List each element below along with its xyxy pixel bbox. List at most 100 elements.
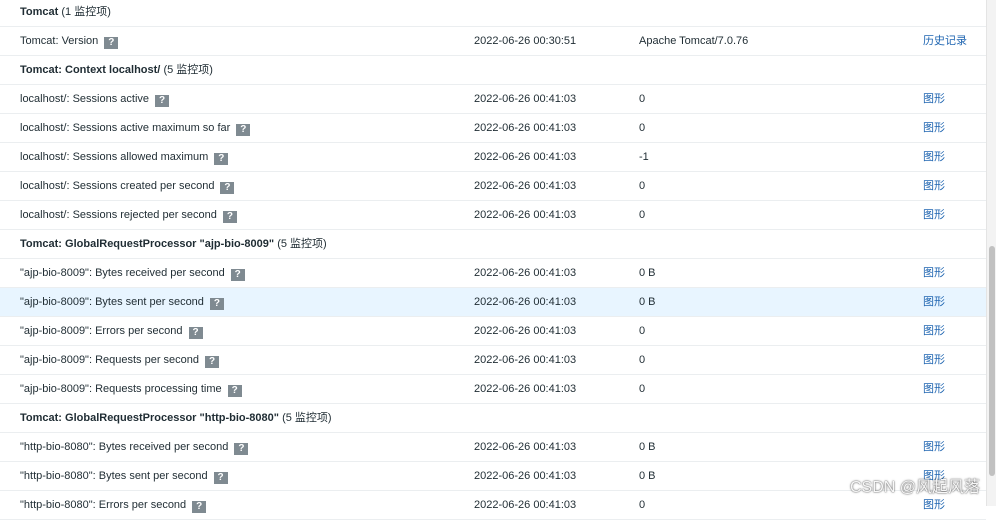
graph-link[interactable]: 图形	[923, 114, 945, 142]
scrollbar-thumb[interactable]	[989, 246, 995, 476]
last-check-time: 2022-06-26 00:41:03	[474, 499, 577, 511]
item-name: localhost/: Sessions active	[20, 93, 150, 105]
last-value: 0	[639, 354, 646, 366]
last-check-time: 2022-06-26 00:41:03	[474, 296, 577, 308]
history-link[interactable]: 历史记录	[923, 27, 967, 55]
last-check-time: 2022-06-26 00:30:51	[474, 35, 577, 47]
table-row: localhost/: Sessions created per second?…	[0, 172, 986, 201]
item-name: "http-bio-8080": Bytes sent per second	[20, 470, 208, 482]
help-icon[interactable]: ?	[205, 356, 220, 368]
last-check-time: 2022-06-26 00:41:03	[474, 470, 577, 482]
item-name: localhost/: Sessions allowed maximum	[20, 151, 209, 163]
help-icon[interactable]: ?	[227, 385, 242, 397]
group-header-row[interactable]: Tomcat: Context localhost/ (5 监控项)	[0, 56, 986, 85]
help-icon[interactable]: ?	[214, 153, 229, 165]
last-value: 0 B	[639, 470, 656, 482]
item-name-cell: "ajp-bio-8009": Bytes sent per second?	[20, 288, 224, 316]
table-row: localhost/: Sessions allowed maximum? 202…	[0, 143, 986, 172]
last-value: -1	[639, 151, 649, 163]
help-icon[interactable]: ?	[155, 95, 170, 107]
help-icon[interactable]: ?	[220, 182, 235, 194]
item-name: "http-bio-8080": Errors per second	[20, 499, 187, 511]
last-check-time: 2022-06-26 00:41:03	[474, 441, 577, 453]
graph-link[interactable]: 图形	[923, 201, 945, 229]
item-name: "ajp-bio-8009": Bytes received per secon…	[20, 267, 225, 279]
group-header: Tomcat (1 监控项)	[20, 0, 111, 26]
item-name-cell: "ajp-bio-8009": Bytes received per secon…	[20, 259, 245, 287]
latest-data-table: Tomcat (1 监控项) Tomcat: Version? 2022-06-26…	[0, 0, 986, 520]
help-icon[interactable]: ?	[236, 124, 251, 136]
last-value: 0	[639, 499, 646, 511]
item-name: "ajp-bio-8009": Errors per second	[20, 325, 183, 337]
table-row: localhost/: Sessions active? 2022-06-26 0…	[0, 85, 986, 114]
table-row: localhost/: Sessions rejected per second…	[0, 201, 986, 230]
table-row: "ajp-bio-8009": Requests processing time…	[0, 375, 986, 404]
graph-link[interactable]: 图形	[923, 288, 945, 316]
item-name: "ajp-bio-8009": Bytes sent per second	[20, 296, 204, 308]
item-name-cell: localhost/: Sessions active?	[20, 85, 170, 113]
group-header-row[interactable]: Tomcat (1 监控项)	[0, 0, 986, 27]
item-name-cell: Tomcat: Version?	[20, 27, 119, 55]
last-value: 0 B	[639, 267, 656, 279]
help-icon[interactable]: ?	[222, 211, 237, 223]
item-name: localhost/: Sessions rejected per second	[20, 209, 217, 221]
item-name: localhost/: Sessions active maximum so f…	[20, 122, 231, 134]
item-name-cell: localhost/: Sessions created per second?	[20, 172, 235, 200]
graph-link[interactable]: 图形	[923, 375, 945, 403]
last-value: 0 B	[639, 441, 656, 453]
table-row: "ajp-bio-8009": Errors per second? 2022-0…	[0, 317, 986, 346]
last-value: 0	[639, 325, 646, 337]
item-name-cell: "http-bio-8080": Errors per second?	[20, 491, 207, 519]
group-header-row[interactable]: Tomcat: GlobalRequestProcessor "http-bio…	[0, 404, 986, 433]
item-name-cell: "http-bio-8080": Bytes sent per second?	[20, 462, 228, 490]
group-header: Tomcat: GlobalRequestProcessor "ajp-bio-…	[20, 230, 327, 258]
help-icon[interactable]: ?	[234, 443, 249, 455]
group-title: Tomcat	[20, 6, 59, 18]
item-name: Tomcat: Version	[20, 35, 99, 47]
table-row: localhost/: Sessions active maximum so f…	[0, 114, 986, 143]
item-name-cell: localhost/: Sessions active maximum so f…	[20, 114, 251, 142]
table-row: "ajp-bio-8009": Bytes sent per second? 20…	[0, 288, 986, 317]
item-name: localhost/: Sessions created per second	[20, 180, 215, 192]
group-title: Tomcat: GlobalRequestProcessor "http-bio…	[20, 412, 279, 424]
graph-link[interactable]: 图形	[923, 346, 945, 374]
help-icon[interactable]: ?	[209, 298, 224, 310]
last-check-time: 2022-06-26 00:41:03	[474, 354, 577, 366]
table-row: "http-bio-8080": Bytes received per seco…	[0, 433, 986, 462]
graph-link[interactable]: 图形	[923, 317, 945, 345]
group-item-count: (5 监控项)	[277, 238, 327, 250]
last-check-time: 2022-06-26 00:41:03	[474, 93, 577, 105]
last-check-time: 2022-06-26 00:41:03	[474, 151, 577, 163]
graph-link[interactable]: 图形	[923, 433, 945, 461]
vertical-scrollbar[interactable]	[986, 0, 996, 506]
last-check-time: 2022-06-26 00:41:03	[474, 325, 577, 337]
item-name-cell: localhost/: Sessions rejected per second…	[20, 201, 237, 229]
table-row: "http-bio-8080": Bytes sent per second? 2…	[0, 462, 986, 491]
help-icon[interactable]: ?	[188, 327, 203, 339]
group-item-count: (5 监控项)	[282, 412, 332, 424]
last-value: 0	[639, 93, 646, 105]
last-check-time: 2022-06-26 00:41:03	[474, 267, 577, 279]
item-name: "ajp-bio-8009": Requests processing time	[20, 383, 222, 395]
help-icon[interactable]: ?	[230, 269, 245, 281]
watermark: CSDN @风起风落	[849, 479, 980, 496]
graph-link[interactable]: 图形	[923, 85, 945, 113]
item-name-cell: "ajp-bio-8009": Errors per second?	[20, 317, 203, 345]
last-check-time: 2022-06-26 00:41:03	[474, 180, 577, 192]
last-value: Apache Tomcat/7.0.76	[639, 35, 749, 47]
help-icon[interactable]: ?	[104, 37, 119, 49]
last-value: 0	[639, 383, 646, 395]
group-title: Tomcat: GlobalRequestProcessor "ajp-bio-…	[20, 238, 275, 250]
graph-link[interactable]: 图形	[923, 143, 945, 171]
group-header: Tomcat: Context localhost/ (5 监控项)	[20, 56, 213, 84]
group-item-count: (1 监控项)	[61, 6, 111, 18]
graph-link[interactable]: 图形	[923, 172, 945, 200]
item-name-cell: "ajp-bio-8009": Requests processing time…	[20, 375, 242, 403]
item-name-cell: "ajp-bio-8009": Requests per second?	[20, 346, 220, 374]
graph-link[interactable]: 图形	[923, 259, 945, 287]
help-icon[interactable]: ?	[213, 472, 228, 484]
item-name: "ajp-bio-8009": Requests per second	[20, 354, 200, 366]
table-row: "ajp-bio-8009": Requests per second? 2022…	[0, 346, 986, 375]
group-header-row[interactable]: Tomcat: GlobalRequestProcessor "ajp-bio-…	[0, 230, 986, 259]
help-icon[interactable]: ?	[192, 501, 207, 513]
